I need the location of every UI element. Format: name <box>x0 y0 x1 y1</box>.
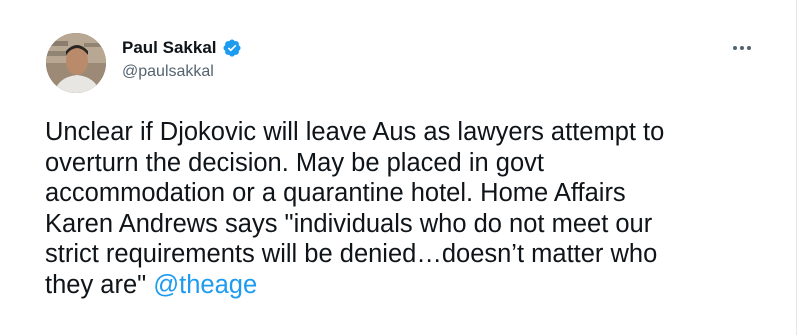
author-handle[interactable]: @paulsakkal <box>122 62 214 82</box>
tweet-text-line: Unclear if Djokovic will leave Aus as la… <box>45 118 665 146</box>
avatar[interactable] <box>46 33 106 93</box>
tweet-text-line: Karen Andrews says "individuals who do n… <box>45 209 653 238</box>
avatar-photo <box>46 33 106 93</box>
tweet-text-line: strict requirements will be denied…doesn… <box>45 240 658 268</box>
more-options-icon <box>733 46 751 50</box>
tweet-text-line: overturn the decision. May be placed in … <box>45 148 544 177</box>
author-name-row[interactable]: Paul Sakkal <box>122 37 242 59</box>
author-display-name[interactable]: Paul Sakkal <box>122 37 217 59</box>
mention-link[interactable]: @theage <box>153 271 257 299</box>
tweet-card: Paul Sakkal @paulsakkal Unclear if Djoko… <box>0 0 797 335</box>
more-options-button[interactable] <box>730 36 754 60</box>
verified-badge-icon <box>222 38 242 58</box>
tweet-text-last-line: they are" @theage <box>45 270 775 301</box>
tweet-text-line: accommodation or a quarantine hotel. Hom… <box>45 179 626 207</box>
tweet-text-line: they are" <box>45 270 154 299</box>
tweet-text: Unclear if Djokovic will leave Aus as la… <box>45 117 775 300</box>
